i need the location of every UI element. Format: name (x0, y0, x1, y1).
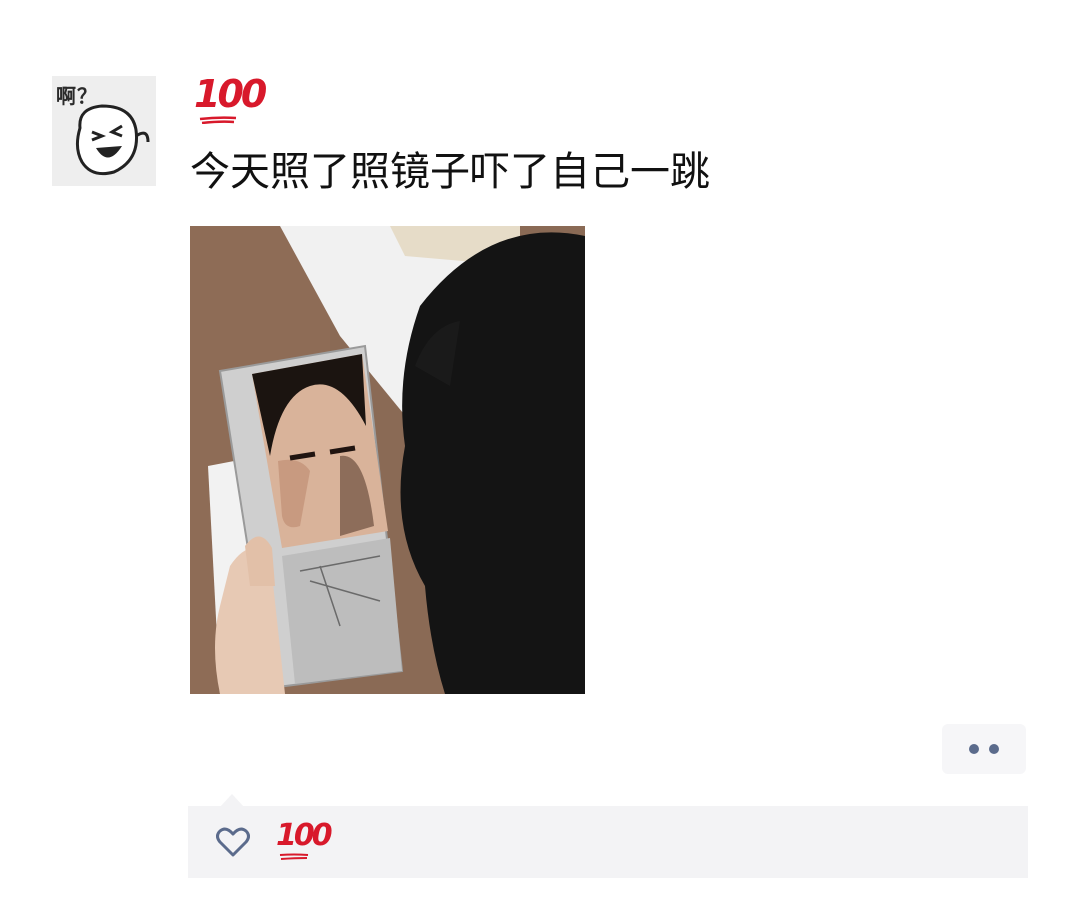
more-button[interactable] (942, 724, 1026, 774)
post-photo[interactable] (190, 226, 585, 694)
moments-post: 啊？ 100 今天照了照镜子吓了自己一跳 100 (0, 0, 1080, 903)
username[interactable]: 100 (194, 72, 267, 116)
like-user-name[interactable]: 100 (276, 818, 333, 854)
more-dots-icon (969, 744, 979, 754)
heart-outline-icon (216, 827, 250, 857)
selfie-mirror-photo-icon (190, 226, 585, 694)
avatar-caption: 啊？ (56, 84, 98, 108)
likes-panel: 100 (188, 806, 1028, 878)
post-text: 今天照了照镜子吓了自己一跳 (190, 149, 710, 195)
avatar[interactable]: 啊？ (52, 76, 156, 186)
hundred-underline-icon (279, 853, 309, 860)
hundred-underline-icon (199, 116, 237, 124)
more-dots-icon (989, 744, 999, 754)
